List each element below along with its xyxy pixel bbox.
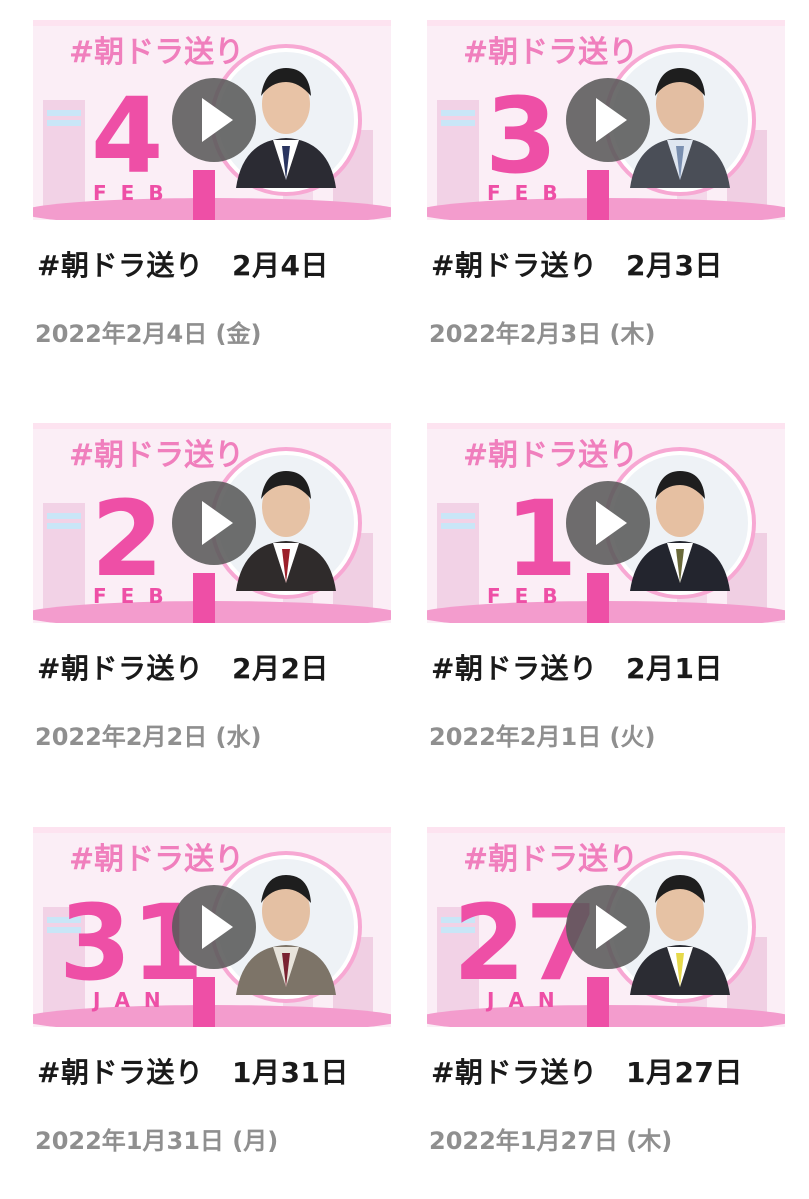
thumbnail-artwork: #朝ドラ送り 2 FEB: [33, 423, 391, 623]
video-title[interactable]: #朝ドラ送り 2月3日: [431, 244, 785, 284]
video-date: 2022年2月4日 (金): [35, 320, 262, 348]
video-date: 2022年2月1日 (火): [429, 723, 656, 751]
thumbnail-artwork: #朝ドラ送り 4 FEB: [33, 20, 391, 220]
video-title[interactable]: #朝ドラ送り 1月27日: [431, 1051, 785, 1091]
thumbnail-artwork: #朝ドラ送り 3 FEB: [427, 20, 785, 220]
thumbnail-artwork: #朝ドラ送り 27 JAN: [427, 827, 785, 1027]
month-label: FEB: [93, 181, 178, 205]
month-label: FEB: [487, 181, 572, 205]
day-number: 1: [505, 478, 577, 600]
video-grid: #朝ドラ送り 4 FEB #朝ドラ送り 2月4日 2022年2月4日 (金) #…: [0, 0, 809, 1199]
video-date: 2022年2月3日 (木): [429, 320, 656, 348]
video-thumbnail[interactable]: #朝ドラ送り 31 JAN: [33, 827, 391, 1027]
video-date: 2022年1月31日 (月): [35, 1127, 279, 1155]
thumbnail-artwork: #朝ドラ送り 31 JAN: [33, 827, 391, 1027]
video-thumbnail[interactable]: #朝ドラ送り 27 JAN: [427, 827, 785, 1027]
video-date: 2022年2月2日 (水): [35, 723, 262, 751]
brand-logo-text: #朝ドラ送り: [69, 438, 244, 473]
day-number: 3: [485, 75, 557, 197]
month-label: FEB: [93, 584, 178, 608]
video-thumbnail[interactable]: #朝ドラ送り 4 FEB: [33, 20, 391, 220]
video-date: 2022年1月27日 (木): [429, 1127, 673, 1155]
brand-logo-text: #朝ドラ送り: [69, 842, 244, 877]
month-label: FEB: [487, 584, 572, 608]
play-button[interactable]: [566, 481, 650, 565]
play-button[interactable]: [172, 885, 256, 969]
video-thumbnail[interactable]: #朝ドラ送り 3 FEB: [427, 20, 785, 220]
video-title[interactable]: #朝ドラ送り 2月2日: [37, 647, 391, 687]
brand-logo-text: #朝ドラ送り: [463, 35, 638, 70]
play-button[interactable]: [172, 78, 256, 162]
play-button[interactable]: [172, 481, 256, 565]
play-button[interactable]: [566, 78, 650, 162]
day-number: 4: [91, 75, 163, 197]
video-thumbnail[interactable]: #朝ドラ送り 2 FEB: [33, 423, 391, 623]
brand-logo-text: #朝ドラ送り: [463, 842, 638, 877]
month-label: JAN: [91, 988, 175, 1012]
day-number: 2: [91, 478, 163, 600]
thumbnail-artwork: #朝ドラ送り 1 FEB: [427, 423, 785, 623]
video-title[interactable]: #朝ドラ送り 2月4日: [37, 244, 391, 284]
month-label: JAN: [485, 988, 569, 1012]
video-title[interactable]: #朝ドラ送り 1月31日: [37, 1051, 391, 1091]
brand-logo-text: #朝ドラ送り: [463, 438, 638, 473]
play-button[interactable]: [566, 885, 650, 969]
video-thumbnail[interactable]: #朝ドラ送り 1 FEB: [427, 423, 785, 623]
brand-logo-text: #朝ドラ送り: [69, 35, 244, 70]
video-title[interactable]: #朝ドラ送り 2月1日: [431, 647, 785, 687]
